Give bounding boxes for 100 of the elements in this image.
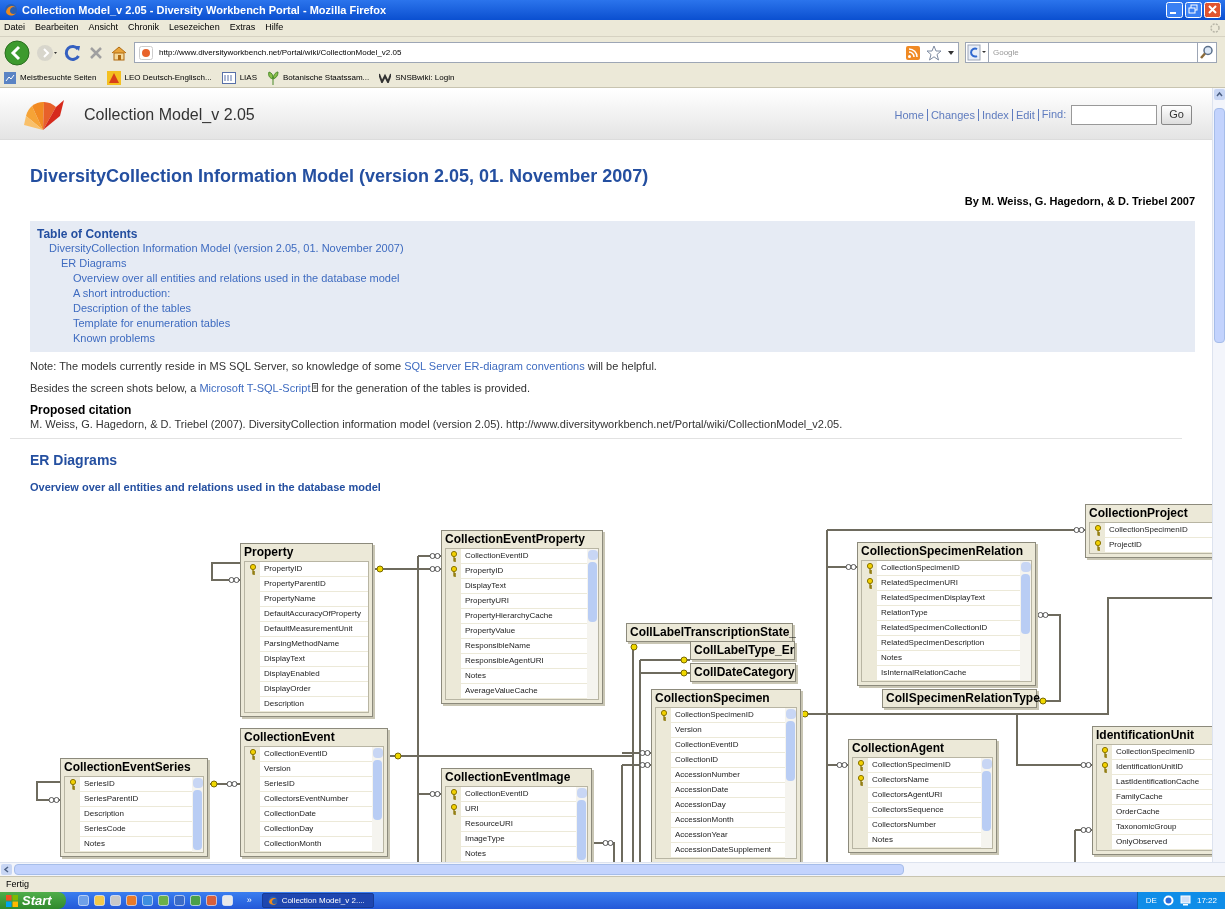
monitor-icon[interactable] [1179,895,1191,906]
horizontal-scrollbar[interactable] [0,862,1225,876]
quick-launch-icon[interactable] [157,895,169,906]
quick-launch-icon[interactable] [77,895,89,906]
search-field[interactable]: Google [989,42,1197,63]
menu-item[interactable]: Chronik [128,21,160,35]
quick-launch-icon[interactable] [109,895,121,906]
quick-launch-icon[interactable] [93,895,105,906]
column-name: RelatedSpecimenDisplayText [881,592,986,604]
back-button[interactable] [4,39,30,66]
column-name: TaxonomicGroup [1116,821,1177,833]
bookmark-link[interactable]: LEO Deutsch-Englisch... [124,71,212,84]
quick-launch-icon[interactable] [205,895,217,906]
scroll-left-arrow-icon[interactable] [1,864,12,875]
key-end-marker [210,780,218,788]
menu-item[interactable]: Ansicht [88,21,119,35]
quick-launch-icon[interactable] [125,895,137,906]
find-field[interactable] [1071,104,1158,125]
bookmark-link[interactable]: Botanische Staatssam... [283,71,370,84]
header-link[interactable]: Changes [927,108,979,121]
many-end-marker [429,791,441,797]
scrollbar-thumb[interactable] [577,800,586,860]
column-name: PropertyURI [465,595,509,607]
column-name: ResponsibleName [465,640,531,652]
link[interactable]: Microsoft T-SQL-Script [199,382,311,394]
bookmark-icon[interactable] [221,71,236,84]
quick-launch-icon[interactable] [141,895,153,906]
scrollbar-thumb[interactable] [1213,108,1225,343]
close-button[interactable] [1204,2,1221,18]
home-button[interactable] [110,44,128,61]
stop-button[interactable] [88,44,104,61]
menu-item[interactable]: Bearbeiten [35,21,79,35]
quick-launch-more[interactable]: » [246,893,252,908]
column-name: CollectorsSequence [872,804,944,816]
scrollbar-thumb[interactable] [1021,574,1030,634]
toc-link[interactable]: Overview over all entities and relations used in the database model [73,270,400,286]
table-scrollbar[interactable] [576,787,587,862]
header-link[interactable]: Index [978,108,1013,121]
column-name: Version [675,724,702,736]
toc-link[interactable]: Description of the tables [73,300,191,316]
bookmark-icon[interactable] [379,72,392,83]
table-title: CollLabelType_Er [693,642,794,659]
toc-link[interactable]: DiversityCollection Information Model (version 2.05, 01. November 2007) [49,240,404,256]
go-button[interactable]: Go [1161,104,1192,125]
scrollbar-thumb[interactable] [14,864,904,875]
minimize-button[interactable] [1166,2,1183,18]
toc-link[interactable]: A short introduction: [73,285,171,301]
table-scrollbar[interactable] [372,747,383,852]
header-link[interactable]: Home [894,108,928,121]
menu-item[interactable]: Datei [4,21,25,35]
many-end-marker [602,840,614,846]
scrollbar-thumb[interactable] [373,760,382,820]
toc-link[interactable]: Known problems [73,330,155,346]
language-indicator[interactable]: DE [1145,894,1157,907]
address-field[interactable]: http://www.diversityworkbench.net/Portal/wiki/CollectionModel_v2.05 [134,42,959,63]
tray-icon[interactable] [1162,895,1174,906]
bookmark-link[interactable]: SNSBwiki: Login [395,71,455,84]
bookmark-link[interactable]: Meistbesuchte Seiten [20,71,97,84]
key-end-marker [801,710,809,718]
scrollbar-thumb[interactable] [982,771,991,831]
restore-button[interactable] [1185,2,1202,18]
quick-launch-icon[interactable] [173,895,185,906]
menu-item[interactable]: Extras [229,21,256,35]
scrollbar-thumb[interactable] [786,721,795,781]
column-name: Notes [881,652,902,664]
dropdown-arrow-icon[interactable] [948,50,954,55]
scroll-up-arrow-icon[interactable] [1213,89,1225,100]
menu-item[interactable]: Hilfe [265,21,284,35]
table-scrollbar[interactable] [192,777,203,852]
star-icon[interactable] [926,44,942,61]
table-scrollbar[interactable] [587,549,598,699]
search-engine-button[interactable] [965,42,989,63]
bookmark-link[interactable]: LIAS [239,71,257,84]
table-scrollbar[interactable] [981,758,992,848]
url-text: http://www.diversityworkbench.net/Portal/wiki/CollectionModel_v2.05 [159,46,403,59]
menu-item[interactable]: Lesezeichen [169,21,220,35]
quick-launch-icon[interactable] [221,895,233,906]
column-name: URI [465,803,479,815]
section-heading: ER Diagrams [30,450,119,470]
search-button[interactable] [1197,42,1217,63]
quick-launch-icon[interactable] [189,895,201,906]
column-name: AccessionDay [675,799,726,811]
scrollbar-thumb[interactable] [193,790,202,850]
toc-link[interactable]: ER Diagrams [61,255,127,271]
table-scrollbar[interactable] [785,708,796,858]
taskbar-button[interactable]: Collection Model_v 2.... [261,893,374,908]
reload-button[interactable] [64,43,82,62]
header-link[interactable]: Edit [1012,108,1039,121]
table-title: CollDateCategory [693,664,795,681]
toc-link[interactable]: Template for enumeration tables [73,315,231,331]
table-scrollbar[interactable] [1020,561,1031,681]
column-name: CollectorsNumber [872,819,937,831]
start-button[interactable]: Start [0,892,66,909]
many-end-marker [226,781,238,787]
column-name: IsInternalRelationCache [881,667,967,679]
link[interactable]: SQL Server ER-diagram conventions [404,359,585,372]
site-icon [139,45,153,60]
vertical-scrollbar[interactable] [1212,88,1225,862]
feed-icon[interactable] [906,45,920,60]
scrollbar-thumb[interactable] [588,562,597,622]
